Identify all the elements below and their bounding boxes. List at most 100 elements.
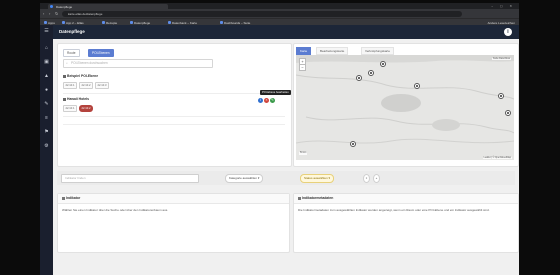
tab-title: Datenpflege <box>56 4 73 9</box>
radio-route[interactable]: Route <box>63 49 80 57</box>
divider <box>63 124 285 125</box>
indicator-card-body: Wählen Sie einen Indikator über die Such… <box>62 208 169 212</box>
forward-icon[interactable]: › <box>49 11 50 16</box>
map-marker-icon[interactable] <box>498 93 504 99</box>
version-chip-selected[interactable]: 22.10.2 <box>79 105 93 112</box>
bookmark-icon <box>168 21 171 24</box>
indicator-card-title-label: Indikator <box>66 196 81 200</box>
map-marker-icon[interactable] <box>368 70 374 76</box>
reset-filter-button[interactable]: × <box>363 174 370 183</box>
edit-icon[interactable]: ✎ <box>43 101 50 108</box>
other-bookmarks[interactable]: Andere Lesezeichen <box>488 21 515 25</box>
indicator-metadata-card: Indikatormetadaten Die Indikatormetadate… <box>293 193 519 253</box>
url-field[interactable]: karte.ellas.de/datenpflege <box>62 10 462 17</box>
indicator-filter-bar: Indikator finden Kategorie auswählen ▾ S… <box>57 171 515 185</box>
bookmark-label: Datenbank – Karte <box>172 20 198 25</box>
poi-search-input[interactable]: ⌕ POI-Ebenen durchsuchen <box>63 59 213 68</box>
version-chip[interactable]: 22.10.1 <box>63 105 77 112</box>
indicator-icon <box>62 196 65 200</box>
layer-icon <box>63 97 66 101</box>
car-icon[interactable]: ▲ <box>43 73 50 80</box>
poi-search-placeholder: POI-Ebenen durchsuchen <box>71 61 108 65</box>
category-filter-label: Kategorie auswählen <box>229 176 258 180</box>
bookmark-icon <box>62 21 65 24</box>
bookmark-item[interactable]: Datenbank – Karte <box>168 21 197 25</box>
status-filter-label: Status auswählen <box>304 176 328 180</box>
url-text: karte.ellas.de/datenpflege <box>68 11 103 16</box>
bookmark-item[interactable]: Apps <box>44 21 55 25</box>
tooltip: POI-Ebene bearbeiten <box>260 90 291 95</box>
metadata-icon <box>298 196 301 200</box>
tab-link-map[interactable]: Verknüpfungskarte <box>361 47 395 55</box>
zoom-out-button[interactable]: − <box>299 64 306 71</box>
map-marker-icon[interactable] <box>356 75 362 81</box>
tab-edit-map[interactable]: Bearbeitungskarte <box>316 47 349 55</box>
metadata-card-title: Indikatormetadaten <box>294 194 518 204</box>
version-chip[interactable]: 22.10.1 <box>63 82 77 89</box>
chevron-down-icon: ▾ <box>328 176 331 180</box>
flag-icon[interactable]: ⚑ <box>43 129 50 136</box>
metadata-card-body: Die Indikatormetadaten zum ausgewählten … <box>298 208 490 212</box>
menu-icon[interactable]: ☰ <box>43 28 50 35</box>
bookmark-icon <box>44 21 47 24</box>
poi-panel: Route POI-Ebenen ⌕ POI-Ebenen durchsuche… <box>57 43 292 167</box>
window-controls[interactable]: – ▢ ✕ <box>491 4 515 8</box>
map-marker-icon[interactable] <box>414 83 420 89</box>
app-header: Datenpflege i <box>53 25 519 39</box>
divider <box>63 93 285 94</box>
back-icon[interactable]: ‹ <box>43 11 44 16</box>
indicator-card-title: Indikator <box>58 194 289 204</box>
edit-icon[interactable]: ✎ <box>270 98 275 103</box>
group-title-label: Beispiel POI-Ebene <box>67 74 99 78</box>
search-icon: ⌕ <box>66 61 68 65</box>
map-scale: 50 km <box>299 152 308 155</box>
add-filter-button[interactable]: + <box>373 174 380 183</box>
group-title[interactable]: Hawaii Hotels <box>63 97 89 101</box>
status-filter-dropdown[interactable]: Status auswählen ▾ <box>300 174 335 183</box>
bookmark-icon <box>102 21 105 24</box>
home-icon[interactable]: ⌂ <box>43 45 50 52</box>
settings-icon[interactable]: ⚙ <box>43 143 50 150</box>
category-filter-dropdown[interactable]: Kategorie auswählen ▾ <box>225 174 264 183</box>
bookmark-item[interactable]: Rezepte <box>102 21 117 25</box>
layers-icon[interactable]: ≡ <box>43 115 50 122</box>
radio-poi-layers[interactable]: POI-Ebenen <box>88 49 114 57</box>
bookmark-icon <box>220 21 223 24</box>
version-chip[interactable]: 22.10.3 <box>95 82 109 89</box>
map-attribution[interactable]: Leaflet | © OpenStreetMap <box>482 157 512 159</box>
map-marker-icon[interactable] <box>380 61 386 67</box>
address-bar-row: ‹ › ↻ karte.ellas.de/datenpflege <box>40 9 519 18</box>
bookmark-label: Datenpflege <box>134 20 151 25</box>
walk-icon[interactable]: ● <box>43 87 50 94</box>
bookmark-item[interactable]: App 2 – Ellas <box>62 21 84 25</box>
metadata-card-title-label: Indikatormetadaten <box>302 196 334 200</box>
version-chip[interactable]: 22.10.2 <box>79 82 93 89</box>
tab-map[interactable]: Karte <box>296 47 312 55</box>
delete-icon[interactable]: × <box>264 98 269 103</box>
divider <box>63 116 285 117</box>
map-view[interactable]: + − Karte Datenfluss 50 km Leaflet | © O… <box>296 55 514 160</box>
reload-icon[interactable]: ↻ <box>55 11 58 16</box>
page-title: Datenpflege <box>59 29 85 34</box>
user-avatar[interactable]: i <box>504 28 512 36</box>
map-marker-icon[interactable] <box>350 141 356 147</box>
layer-icon <box>63 74 66 78</box>
bookmark-item[interactable]: Dashboards – Suite <box>220 21 250 25</box>
map-marker-icon[interactable] <box>505 110 511 116</box>
group-title-label: Hawaii Hotels <box>67 97 90 101</box>
info-icon[interactable]: i <box>258 98 263 103</box>
bookmark-label: Rezepte <box>106 20 118 25</box>
bookmark-icon <box>130 21 133 24</box>
sidebar-nav: ☰ ⌂ ▣ ▲ ● ✎ ≡ ⚑ ⚙ <box>40 25 53 275</box>
bus-icon[interactable]: ▣ <box>43 59 50 66</box>
bookmark-item[interactable]: Datenpflege <box>130 21 150 25</box>
bookmark-label: Dashboards – Suite <box>224 20 251 25</box>
tab-favicon-icon <box>50 5 53 8</box>
bookmark-label: Apps <box>48 20 55 25</box>
group-title[interactable]: Beispiel POI-Ebene <box>63 74 98 78</box>
map-terrain <box>296 60 514 160</box>
chevron-down-icon: ▾ <box>257 176 260 180</box>
indicator-search-input[interactable]: Indikator finden <box>61 174 199 183</box>
browser-window: Datenpflege – ▢ ✕ ‹ › ↻ karte.ellas.de/d… <box>40 3 519 275</box>
indicator-card: Indikator Wählen Sie einen Indikator übe… <box>57 193 290 253</box>
